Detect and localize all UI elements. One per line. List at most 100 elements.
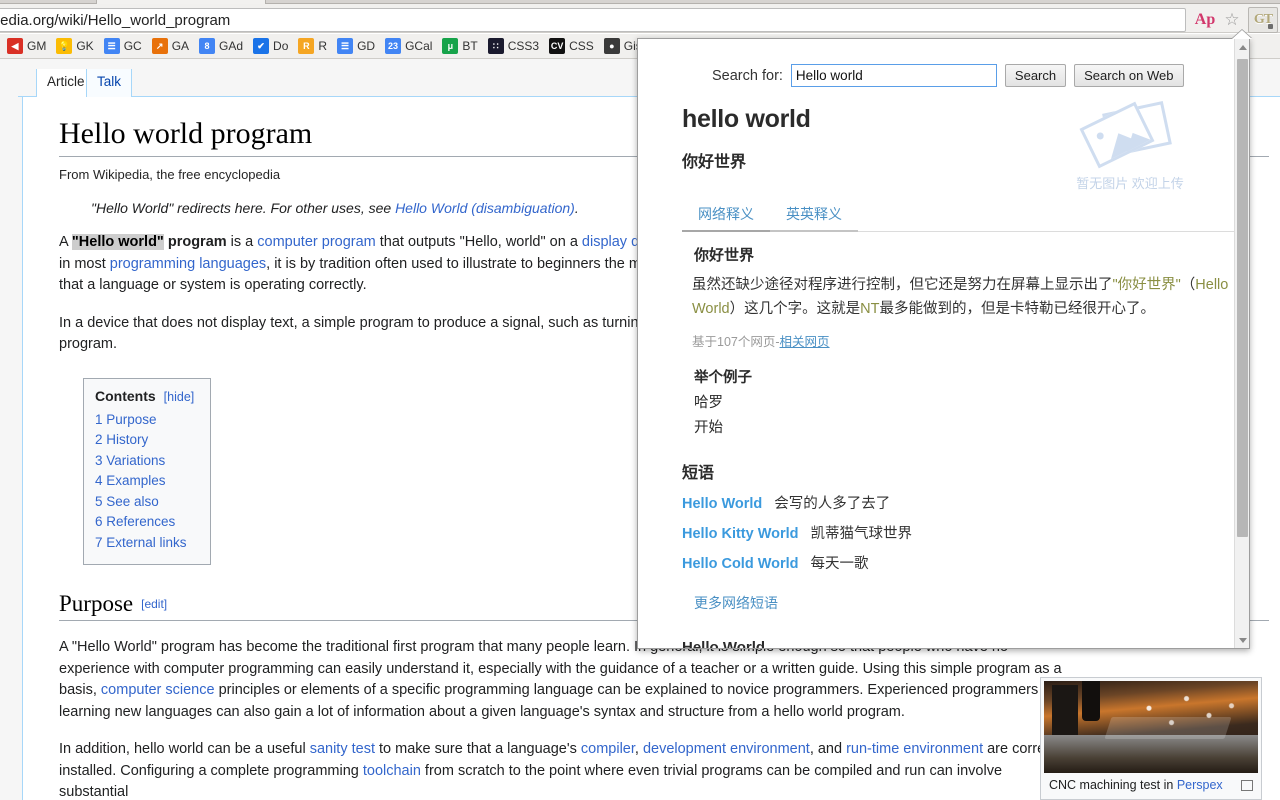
toc-item[interactable]: 2 History [95, 430, 194, 451]
toc-title-row: Contents [hide] [95, 388, 194, 404]
toc-item[interactable]: 6 References [95, 512, 194, 533]
browser-toolbar: kipedia.org/wiki/Hello_world_program Ap … [0, 4, 1280, 33]
definition-example: 开始 [694, 420, 723, 436]
purpose-paragraph-1: A "Hello World" program has become the t… [59, 637, 1069, 723]
scroll-up-arrow-icon[interactable] [1235, 39, 1249, 55]
link-runtime-environment[interactable]: run-time environment [846, 741, 983, 757]
definition-block: 你好世界 虽然还缺少途径对程序进行控制，但它还是努力在屏幕上显示出了"你好世界"… [692, 244, 1228, 441]
bookmark-r[interactable]: RR [293, 36, 332, 57]
link-perspex[interactable]: Perspex [1177, 778, 1223, 792]
popup-pointer-arrow [1232, 30, 1252, 39]
lead2-text-b: program. [59, 336, 118, 352]
purpose-p2-c: , [634, 741, 643, 757]
phrase-row: Hello Kitty World 凯蒂猫气球世界 [682, 522, 1214, 543]
bookmark-css3[interactable]: ∷ CSS3 [483, 36, 544, 57]
section-edit-link[interactable]: [edit] [141, 597, 167, 611]
analytics-icon: ↗ [151, 38, 168, 54]
tab-talk[interactable]: Talk [86, 69, 133, 97]
toc-item[interactable]: 5 See also [95, 492, 194, 513]
def-text-4: 最多能做到的，但是卡特勒已经很开心了。 [879, 301, 1155, 317]
phrases-section: 短语 Hello World 会写的人多了去了 Hello Kitty World 凯… [682, 459, 1214, 573]
bookmark-gad[interactable]: 8 GAd [194, 36, 248, 57]
related-pages-link[interactable]: 相关网页 [780, 335, 830, 349]
image-placeholder-text: 暂无图片 欢迎上传 [1076, 176, 1184, 191]
toc-item[interactable]: 1 Purpose [95, 410, 194, 431]
machine-spindle-shape [1082, 681, 1100, 721]
bookmark-bt[interactable]: μ BT [437, 36, 482, 57]
definition-example: 哈罗 [694, 395, 723, 411]
purpose-p1-d: learning new languages can also gain a l… [59, 703, 905, 720]
phrase-english[interactable]: Hello Cold World [682, 556, 799, 572]
address-bar[interactable]: kipedia.org/wiki/Hello_world_program [0, 8, 1186, 32]
popup-search-bar: Search for: Search Search on Web [712, 64, 1214, 87]
popup-scrollbar[interactable] [1234, 39, 1249, 648]
link-computer-program[interactable]: computer program [257, 234, 375, 250]
tab-web-definition[interactable]: 网络释义 [682, 200, 770, 232]
bookmark-gk[interactable]: 💡 GK [51, 36, 98, 57]
purpose-p2-d: , and [809, 741, 847, 757]
lead-text-a: A [59, 234, 72, 250]
scrollbar-thumb[interactable] [1237, 59, 1248, 537]
search-on-web-button[interactable]: Search on Web [1074, 64, 1184, 87]
search-button[interactable]: Search [1004, 64, 1067, 87]
link-computer-science[interactable]: computer science [101, 682, 215, 698]
docs-icon: ☰ [337, 38, 354, 54]
purpose-p1-b: experience with computer programming can… [59, 660, 1062, 677]
bt-icon: μ [442, 38, 459, 54]
scroll-down-arrow-icon[interactable] [1235, 632, 1249, 648]
phrases-title: 短语 [682, 465, 715, 482]
definition-examples: 举个例子 哈罗 开始 [694, 366, 1214, 441]
purpose-p2-a: In addition, hello world can be a useful [59, 741, 310, 757]
definition-body: 虽然还缺少途径对程序进行控制，但它还是努力在屏幕上显示出了"你好世界"（Hell… [692, 273, 1236, 321]
link-toolchain[interactable]: toolchain [363, 763, 421, 779]
link-sanity-test[interactable]: sanity test [310, 741, 375, 757]
thumbnail-image[interactable] [1044, 681, 1258, 773]
more-phrases-link[interactable]: 更多网络短语 [694, 593, 1214, 613]
lead-text-c: is a [226, 234, 258, 250]
image-placeholder[interactable]: 暂无图片 欢迎上传 [1070, 101, 1190, 191]
bookmark-label: R [318, 39, 328, 53]
toc-title: Contents [95, 387, 156, 404]
search-input[interactable] [790, 64, 997, 87]
page-left-gutter [0, 59, 22, 800]
bookmark-do[interactable]: ✔ Do [248, 36, 293, 57]
lead-text-e: in most [59, 255, 110, 272]
bookmark-label: CSS3 [507, 39, 540, 53]
calendar-icon: 23 [385, 38, 402, 54]
bookmark-star-icon[interactable]: ☆ [1219, 9, 1245, 31]
lead-text-g: that a language or system is operating c… [59, 277, 367, 293]
bookmark-gcal[interactable]: 23 GCal [380, 36, 437, 57]
link-development-environment[interactable]: development environment [643, 741, 810, 757]
github-icon: ● [603, 38, 620, 54]
phrase-english[interactable]: Hello Kitty World [682, 526, 799, 542]
extension-badge-dot [1268, 23, 1273, 29]
contacts-icon: ☰ [103, 38, 120, 54]
article-thumbnail: CNC machining test in Perspex [1040, 677, 1262, 800]
link-programming-languages[interactable]: programming languages [110, 256, 266, 272]
caption-pre: CNC machining test in [1049, 778, 1177, 792]
toc-item[interactable]: 3 Variations [95, 451, 194, 472]
tab-english-definition[interactable]: 英英释义 [770, 200, 858, 232]
bookmark-ga[interactable]: ↗ GA [147, 36, 194, 57]
definition-tabs: 网络释义 英英释义 [682, 200, 1236, 232]
bookmark-gd[interactable]: ☰ GD [332, 36, 380, 57]
adblock-icon[interactable]: Ap [1191, 9, 1219, 31]
bookmark-css[interactable]: CV CSS [544, 36, 599, 57]
dablink-link[interactable]: Hello World (disambiguation) [395, 200, 575, 216]
bookmark-gc[interactable]: ☰ GC [99, 36, 147, 57]
toc-item[interactable]: 4 Examples [95, 471, 194, 492]
search-label: Search for: [712, 67, 783, 84]
cv-icon: CV [549, 38, 566, 54]
link-compiler[interactable]: compiler [581, 741, 635, 757]
perspex-sheet [1104, 717, 1232, 739]
purpose-p1-c1: basis, [59, 682, 101, 698]
phrase-english[interactable]: Hello World [682, 496, 762, 512]
toolbar-right-icons: Ap ☆ GT [1191, 6, 1278, 33]
bookmark-label: GK [76, 39, 94, 53]
toc-hide-link[interactable]: [hide] [164, 390, 195, 404]
bookmark-gm[interactable]: ◀ GM [2, 36, 51, 57]
magnify-icon[interactable] [1241, 780, 1253, 791]
dablink-post: . [574, 200, 579, 216]
toc-item[interactable]: 7 External links [95, 533, 194, 554]
extension-button-gt[interactable]: GT [1248, 6, 1278, 33]
